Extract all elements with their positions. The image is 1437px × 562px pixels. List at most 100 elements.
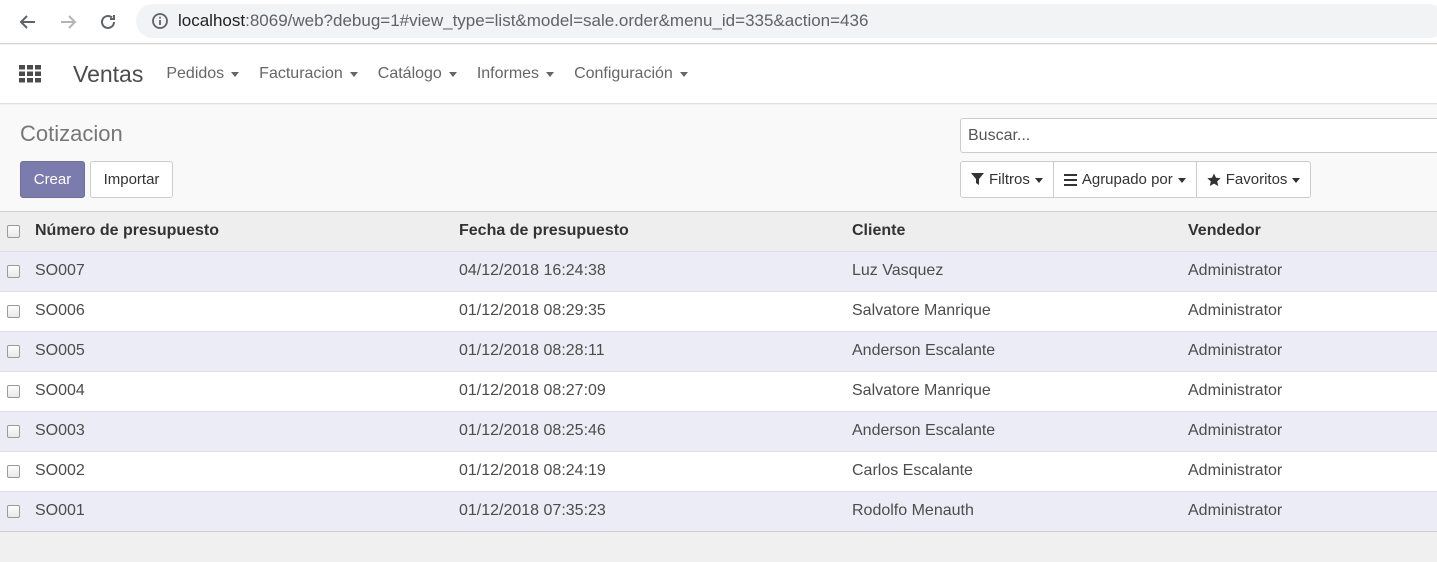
table-row[interactable]: SO006 01/12/2018 08:29:35 Salvatore Manr… [0, 291, 1437, 331]
caret-down-icon [1177, 177, 1186, 183]
cell-number: SO006 [35, 302, 85, 319]
cell-number: SO007 [35, 262, 85, 279]
cell-date: 01/12/2018 08:25:46 [459, 422, 606, 439]
info-icon[interactable] [142, 12, 178, 30]
row-check-cell [0, 491, 35, 531]
app-brand: Ventas [73, 60, 144, 87]
favorites-button[interactable]: Favoritos [1195, 161, 1312, 198]
table-header-row: Número de presupuesto Fecha de presupues… [0, 212, 1437, 252]
menu-label: Facturacion [259, 65, 343, 82]
cell-client: Salvatore Manrique [852, 302, 991, 319]
row-checkbox[interactable] [7, 464, 20, 478]
search-options: Filtros Agrupado por Favoritos [960, 161, 1312, 198]
grid-icon [19, 65, 41, 83]
reload-icon [101, 14, 115, 29]
row-check-cell [0, 411, 35, 451]
filter-icon [971, 173, 984, 186]
row-check-cell [0, 371, 35, 411]
caret-down-icon [546, 72, 555, 77]
column-header-seller[interactable]: Vendedor [1188, 212, 1437, 252]
apps-menu-button[interactable] [0, 45, 60, 104]
row-checkbox[interactable] [7, 344, 20, 358]
menu-informes[interactable]: Informes [476, 65, 555, 83]
cell-client: Anderson Escalante [852, 422, 996, 439]
menu-pedidos[interactable]: Pedidos [166, 65, 240, 83]
list-view: Número de presupuesto Fecha de presupues… [0, 212, 1437, 532]
browser-toolbar: localhost:8069/web?debug=1#view_type=lis… [0, 0, 1437, 44]
page-title[interactable]: Cotizacion [20, 121, 123, 147]
row-check-cell [0, 251, 35, 291]
row-checkbox[interactable] [7, 504, 20, 518]
caret-down-icon [679, 72, 688, 77]
table-row[interactable]: SO003 01/12/2018 08:25:46 Anderson Escal… [0, 411, 1437, 451]
table-row[interactable]: SO007 04/12/2018 16:24:38 Luz Vasquez Ad… [0, 251, 1437, 291]
table-row[interactable]: SO004 01/12/2018 08:27:09 Salvatore Manr… [0, 371, 1437, 411]
cell-seller: Administrator [1188, 302, 1283, 319]
url-host: localhost [178, 11, 246, 30]
row-checkbox[interactable] [7, 424, 20, 438]
cell-seller: Administrator [1188, 502, 1283, 519]
select-all-cell [0, 212, 35, 252]
cell-seller: Administrator [1188, 382, 1283, 399]
row-checkbox[interactable] [7, 264, 20, 278]
url-text: localhost:8069/web?debug=1#view_type=lis… [178, 11, 868, 31]
table-row[interactable]: SO002 01/12/2018 08:24:19 Carlos Escalan… [0, 451, 1437, 491]
url-path: :8069/web?debug=1#view_type=list&model=s… [245, 11, 869, 30]
quotations-table: Número de presupuesto Fecha de presupues… [0, 212, 1437, 532]
search-input[interactable] [961, 126, 1437, 145]
cell-date: 01/12/2018 08:29:35 [459, 302, 606, 319]
menu-configuracion[interactable]: Configuración [574, 65, 688, 83]
row-check-cell [0, 451, 35, 491]
cell-client: Carlos Escalante [852, 462, 973, 479]
menu-facturacion[interactable]: Facturacion [259, 65, 358, 83]
cell-seller: Administrator [1188, 462, 1283, 479]
cell-client: Salvatore Manrique [852, 382, 991, 399]
cell-date: 01/12/2018 08:27:09 [459, 382, 606, 399]
cell-date: 01/12/2018 08:24:19 [459, 462, 606, 479]
cell-client: Anderson Escalante [852, 342, 996, 359]
row-checkbox[interactable] [7, 304, 20, 318]
address-bar[interactable]: localhost:8069/web?debug=1#view_type=lis… [136, 4, 1437, 38]
favorites-label: Favoritos [1225, 171, 1288, 188]
column-header-date[interactable]: Fecha de presupuesto [459, 212, 852, 252]
import-button[interactable]: Importar [90, 161, 173, 198]
caret-down-icon [448, 72, 457, 77]
select-all-checkbox[interactable] [7, 224, 20, 238]
forward-button[interactable] [48, 2, 88, 42]
app-navbar: Ventas Pedidos Facturacion Catálogo Info… [0, 45, 1437, 104]
cell-client: Luz Vasquez [852, 262, 944, 279]
control-panel: Cotizacion Crear Importar Filtros Agrupa… [0, 105, 1437, 212]
arrow-right-icon [61, 14, 77, 29]
menu-label: Pedidos [166, 65, 225, 82]
menu-label: Configuración [574, 65, 673, 82]
filters-label: Filtros [989, 171, 1030, 188]
cell-date: 04/12/2018 16:24:38 [459, 262, 606, 279]
caret-down-icon [349, 72, 358, 77]
back-button[interactable] [8, 2, 48, 42]
caret-down-icon [1292, 177, 1301, 183]
table-row[interactable]: SO001 01/12/2018 07:35:23 Rodolfo Menaut… [0, 491, 1437, 531]
cell-number: SO003 [35, 422, 85, 439]
cell-date: 01/12/2018 08:28:11 [459, 342, 605, 359]
filters-button[interactable]: Filtros [960, 161, 1054, 198]
menu-label: Catálogo [377, 65, 442, 82]
reload-button[interactable] [88, 2, 128, 42]
arrow-left-icon [19, 14, 35, 29]
column-header-number[interactable]: Número de presupuesto [35, 212, 459, 252]
cell-number: SO001 [35, 502, 85, 519]
star-icon [1207, 173, 1221, 187]
caret-down-icon [1034, 177, 1043, 183]
row-check-cell [0, 331, 35, 371]
cell-number: SO002 [35, 462, 85, 479]
create-button[interactable]: Crear [20, 161, 85, 198]
groupby-label: Agrupado por [1081, 171, 1173, 188]
menu-catalogo[interactable]: Catálogo [378, 65, 457, 83]
row-checkbox[interactable] [7, 384, 20, 398]
menu-label: Informes [476, 65, 540, 82]
cell-seller: Administrator [1188, 422, 1283, 439]
table-row[interactable]: SO005 01/12/2018 08:28:11 Anderson Escal… [0, 331, 1437, 371]
cell-seller: Administrator [1188, 342, 1283, 359]
column-header-client[interactable]: Cliente [852, 212, 1188, 252]
groupby-button[interactable]: Agrupado por [1052, 161, 1197, 198]
cell-seller: Administrator [1188, 262, 1283, 279]
